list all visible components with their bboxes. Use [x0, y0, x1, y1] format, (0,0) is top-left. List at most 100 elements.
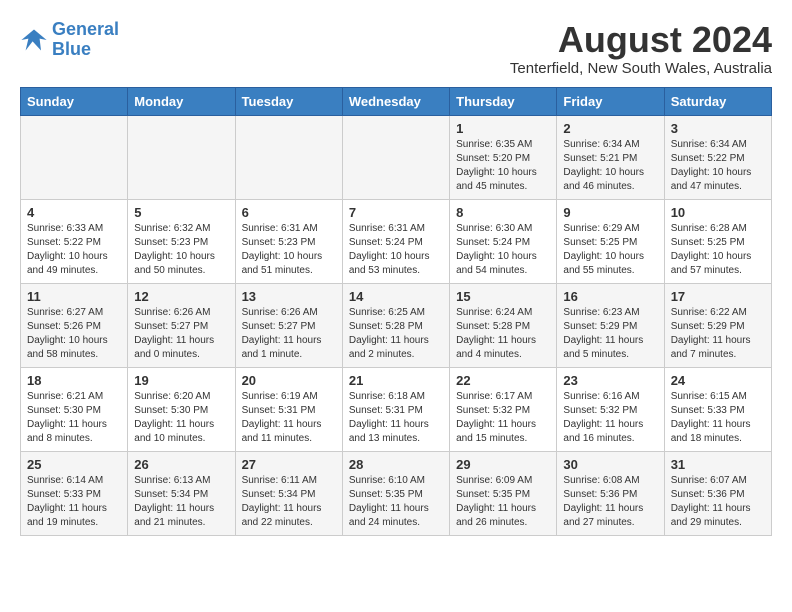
calendar-cell: 30Sunrise: 6:08 AMSunset: 5:36 PMDayligh… [557, 451, 664, 535]
calendar-cell: 8Sunrise: 6:30 AMSunset: 5:24 PMDaylight… [450, 199, 557, 283]
day-info: Sunrise: 6:14 AMSunset: 5:33 PMDaylight:… [27, 474, 121, 530]
calendar-cell: 13Sunrise: 6:26 AMSunset: 5:27 PMDayligh… [235, 283, 342, 367]
day-number: 11 [27, 289, 121, 304]
day-info: Sunrise: 6:35 AMSunset: 5:20 PMDaylight:… [456, 138, 550, 194]
week-row-3: 11 Sunrise: 6:27 AMSunset: 5:26 PMDayligh… [21, 283, 772, 367]
day-info: Sunrise: 6:26 AMSunset: 5:27 PMDaylight:… [134, 306, 228, 362]
day-number: 31 [671, 457, 765, 472]
day-info: Sunrise: 6:19 AMSunset: 5:31 PMDaylight:… [242, 390, 336, 446]
day-number: 14 [349, 289, 443, 304]
day-number: 3 [671, 121, 765, 136]
calendar-cell: 12 Sunrise: 6:26 AMSunset: 5:27 PMDayligh… [128, 283, 235, 367]
location-subtitle: Tenterfield, New South Wales, Australia [510, 60, 772, 77]
calendar-cell: 23Sunrise: 6:16 AMSunset: 5:32 PMDayligh… [557, 367, 664, 451]
calendar-cell [235, 115, 342, 199]
day-info: Sunrise: 6:25 AMSunset: 5:28 PMDaylight:… [349, 306, 443, 362]
title-block: August 2024 Tenterfield, New South Wales… [510, 20, 772, 77]
day-number: 15 [456, 289, 550, 304]
day-info: Sunrise: 6:16 AMSunset: 5:32 PMDaylight:… [563, 390, 657, 446]
day-info: Sunrise: 6:18 AMSunset: 5:31 PMDaylight:… [349, 390, 443, 446]
day-number: 10 [671, 205, 765, 220]
day-info: Sunrise: 6:23 AMSunset: 5:29 PMDaylight:… [563, 306, 657, 362]
day-number: 27 [242, 457, 336, 472]
day-info: Sunrise: 6:22 AMSunset: 5:29 PMDaylight:… [671, 306, 765, 362]
header-day-friday: Friday [557, 87, 664, 115]
page-header: General Blue August 2024 Tenterfield, Ne… [20, 20, 772, 77]
calendar-cell: 15 Sunrise: 6:24 AMSunset: 5:28 PMDayligh… [450, 283, 557, 367]
day-info: Sunrise: 6:10 AMSunset: 5:35 PMDaylight:… [349, 474, 443, 530]
day-number: 12 [134, 289, 228, 304]
day-info: Sunrise: 6:34 AMSunset: 5:22 PMDaylight:… [671, 138, 765, 194]
day-info: Sunrise: 6:11 AMSunset: 5:34 PMDaylight:… [242, 474, 336, 530]
calendar-cell: 19 Sunrise: 6:20 AMSunset: 5:30 PMDayligh… [128, 367, 235, 451]
calendar-cell: 31Sunrise: 6:07 AMSunset: 5:36 PMDayligh… [664, 451, 771, 535]
day-number: 6 [242, 205, 336, 220]
header-day-saturday: Saturday [664, 87, 771, 115]
calendar-cell: 29 Sunrise: 6:09 AMSunset: 5:35 PMDayligh… [450, 451, 557, 535]
day-info: Sunrise: 6:33 AMSunset: 5:22 PMDaylight:… [27, 222, 121, 278]
header-day-tuesday: Tuesday [235, 87, 342, 115]
week-row-4: 18 Sunrise: 6:21 AMSunset: 5:30 PMDayligh… [21, 367, 772, 451]
logo-icon [20, 26, 48, 54]
calendar-cell: 1 Sunrise: 6:35 AMSunset: 5:20 PMDaylight… [450, 115, 557, 199]
week-row-5: 25 Sunrise: 6:14 AMSunset: 5:33 PMDayligh… [21, 451, 772, 535]
day-number: 24 [671, 373, 765, 388]
day-info: Sunrise: 6:20 AMSunset: 5:30 PMDaylight:… [134, 390, 228, 446]
header-day-wednesday: Wednesday [342, 87, 449, 115]
day-info: Sunrise: 6:29 AMSunset: 5:25 PMDaylight:… [563, 222, 657, 278]
day-number: 22 [456, 373, 550, 388]
day-info: Sunrise: 6:13 AMSunset: 5:34 PMDaylight:… [134, 474, 228, 530]
day-number: 17 [671, 289, 765, 304]
calendar-cell [342, 115, 449, 199]
day-number: 18 [27, 373, 121, 388]
day-info: Sunrise: 6:34 AMSunset: 5:21 PMDaylight:… [563, 138, 657, 194]
day-number: 1 [456, 121, 550, 136]
day-info: Sunrise: 6:15 AMSunset: 5:33 PMDaylight:… [671, 390, 765, 446]
calendar-body: 1 Sunrise: 6:35 AMSunset: 5:20 PMDaylight… [21, 115, 772, 535]
calendar-cell: 28Sunrise: 6:10 AMSunset: 5:35 PMDayligh… [342, 451, 449, 535]
day-info: Sunrise: 6:26 AMSunset: 5:27 PMDaylight:… [242, 306, 336, 362]
calendar-cell: 3 Sunrise: 6:34 AMSunset: 5:22 PMDaylight… [664, 115, 771, 199]
calendar-cell [128, 115, 235, 199]
calendar-cell: 20 Sunrise: 6:19 AMSunset: 5:31 PMDayligh… [235, 367, 342, 451]
calendar-cell: 6Sunrise: 6:31 AMSunset: 5:23 PMDaylight… [235, 199, 342, 283]
logo: General Blue [20, 20, 119, 60]
day-number: 21 [349, 373, 443, 388]
day-number: 16 [563, 289, 657, 304]
calendar-cell: 24 Sunrise: 6:15 AMSunset: 5:33 PMDayligh… [664, 367, 771, 451]
calendar-cell: 27 Sunrise: 6:11 AMSunset: 5:34 PMDayligh… [235, 451, 342, 535]
day-number: 29 [456, 457, 550, 472]
day-number: 30 [563, 457, 657, 472]
header-day-monday: Monday [128, 87, 235, 115]
calendar-cell: 22 Sunrise: 6:17 AMSunset: 5:32 PMDayligh… [450, 367, 557, 451]
day-info: Sunrise: 6:21 AMSunset: 5:30 PMDaylight:… [27, 390, 121, 446]
day-number: 7 [349, 205, 443, 220]
day-info: Sunrise: 6:17 AMSunset: 5:32 PMDaylight:… [456, 390, 550, 446]
day-number: 19 [134, 373, 228, 388]
calendar-cell: 21 Sunrise: 6:18 AMSunset: 5:31 PMDayligh… [342, 367, 449, 451]
week-row-2: 4 Sunrise: 6:33 AMSunset: 5:22 PMDaylight… [21, 199, 772, 283]
day-info: Sunrise: 6:24 AMSunset: 5:28 PMDaylight:… [456, 306, 550, 362]
calendar-header: SundayMondayTuesdayWednesdayThursdayFrid… [21, 87, 772, 115]
day-info: Sunrise: 6:09 AMSunset: 5:35 PMDaylight:… [456, 474, 550, 530]
day-info: Sunrise: 6:32 AMSunset: 5:23 PMDaylight:… [134, 222, 228, 278]
day-number: 20 [242, 373, 336, 388]
week-row-1: 1 Sunrise: 6:35 AMSunset: 5:20 PMDaylight… [21, 115, 772, 199]
calendar-cell: 4 Sunrise: 6:33 AMSunset: 5:22 PMDaylight… [21, 199, 128, 283]
calendar-cell: 17 Sunrise: 6:22 AMSunset: 5:29 PMDayligh… [664, 283, 771, 367]
day-number: 26 [134, 457, 228, 472]
day-number: 5 [134, 205, 228, 220]
month-title: August 2024 [510, 20, 772, 60]
calendar-cell: 11 Sunrise: 6:27 AMSunset: 5:26 PMDayligh… [21, 283, 128, 367]
calendar-cell [21, 115, 128, 199]
day-info: Sunrise: 6:27 AMSunset: 5:26 PMDaylight:… [27, 306, 121, 362]
calendar-cell: 5 Sunrise: 6:32 AMSunset: 5:23 PMDaylight… [128, 199, 235, 283]
calendar-cell: 2Sunrise: 6:34 AMSunset: 5:21 PMDaylight… [557, 115, 664, 199]
calendar-table: SundayMondayTuesdayWednesdayThursdayFrid… [20, 87, 772, 536]
calendar-cell: 9Sunrise: 6:29 AMSunset: 5:25 PMDaylight… [557, 199, 664, 283]
calendar-cell: 10Sunrise: 6:28 AMSunset: 5:25 PMDayligh… [664, 199, 771, 283]
day-number: 4 [27, 205, 121, 220]
calendar-cell: 18 Sunrise: 6:21 AMSunset: 5:30 PMDayligh… [21, 367, 128, 451]
day-number: 25 [27, 457, 121, 472]
day-info: Sunrise: 6:31 AMSunset: 5:24 PMDaylight:… [349, 222, 443, 278]
